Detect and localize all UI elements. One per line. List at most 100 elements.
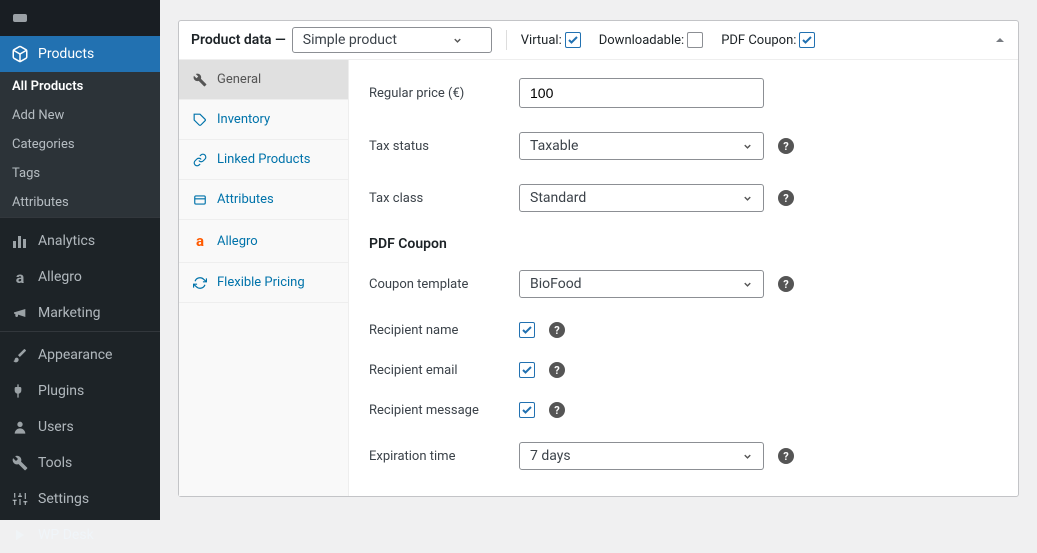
sidebar-item-allegro[interactable]: a Allegro [0, 259, 160, 295]
virtual-checkbox[interactable] [565, 32, 581, 48]
tab-flexible-pricing[interactable]: Flexible Pricing [179, 263, 348, 303]
help-icon[interactable]: ? [778, 190, 794, 206]
row-tax-class: Tax class Standard ? [369, 184, 998, 212]
play-icon [10, 525, 30, 545]
downloadable-checkbox[interactable] [687, 32, 703, 48]
wrench-icon [191, 73, 209, 87]
recipient-name-checkbox[interactable] [519, 322, 535, 338]
sidebar-label: Products [38, 46, 94, 62]
chevron-down-icon [742, 193, 753, 204]
help-icon[interactable]: ? [549, 402, 565, 418]
sidebar-sub-categories[interactable]: Categories [0, 130, 160, 159]
sidebar-label: Marketing [38, 305, 101, 321]
panel-body: General Inventory Linked Products Attrib… [179, 60, 1018, 496]
recipient-message-checkbox[interactable] [519, 402, 535, 418]
sidebar-label: Appearance [38, 347, 112, 363]
chevron-down-icon [742, 279, 753, 290]
product-type-select[interactable]: Simple product [292, 27, 492, 53]
sidebar-sub-tags[interactable]: Tags [0, 159, 160, 188]
pdf-coupon-label: PDF Coupon: [721, 33, 796, 48]
help-icon[interactable]: ? [778, 138, 794, 154]
tab-general[interactable]: General [179, 60, 348, 100]
admin-sidebar: x Products All Products Add New Categori… [0, 0, 160, 520]
row-regular-price: Regular price (€) [369, 78, 998, 108]
box-icon [10, 44, 30, 64]
sidebar-label: Plugins [38, 383, 84, 399]
help-icon[interactable]: ? [549, 322, 565, 338]
tab-label: Linked Products [217, 152, 310, 167]
tab-attributes[interactable]: Attributes [179, 180, 348, 220]
tab-inventory[interactable]: Inventory [179, 100, 348, 140]
main-content: Product data — Simple product Virtual: D… [160, 0, 1037, 520]
regular-price-input[interactable] [519, 78, 764, 108]
megaphone-icon [10, 303, 30, 323]
sidebar-sub-attributes[interactable]: Attributes [0, 188, 160, 217]
row-recipient-email: Recipient email ? [369, 362, 998, 378]
virtual-label: Virtual: [521, 33, 562, 48]
card-icon [191, 193, 209, 207]
general-form: Regular price (€) Tax status Taxable ? T… [349, 60, 1018, 496]
sidebar-label: WP Desk [38, 527, 94, 543]
sidebar-item-analytics[interactable]: Analytics [0, 223, 160, 259]
row-expiration-time: Expiration time 7 days ? [369, 442, 998, 470]
sidebar-label: Allegro [38, 269, 82, 285]
sidebar-label: Users [38, 419, 74, 435]
tax-status-value: Taxable [530, 138, 578, 154]
tab-label: Allegro [217, 234, 258, 249]
allegro-icon: a [191, 232, 209, 250]
regular-price-label: Regular price (€) [369, 86, 519, 101]
tab-allegro[interactable]: a Allegro [179, 220, 348, 263]
help-icon[interactable]: ? [778, 276, 794, 292]
coupon-template-label: Coupon template [369, 277, 519, 292]
recipient-message-label: Recipient message [369, 403, 519, 418]
help-icon[interactable]: ? [549, 362, 565, 378]
tab-label: Flexible Pricing [217, 275, 305, 290]
sidebar-sub-add-new[interactable]: Add New [0, 101, 160, 130]
sidebar-sub-all-products[interactable]: All Products [0, 72, 160, 101]
sidebar-item-plugins[interactable]: Plugins [0, 373, 160, 409]
tab-label: Inventory [217, 112, 270, 127]
sidebar-item-tools[interactable]: Tools [0, 445, 160, 481]
downloadable-checkbox-wrap[interactable]: Downloadable: [599, 32, 703, 48]
sidebar-item-users[interactable]: Users [0, 409, 160, 445]
chevron-down-icon [742, 451, 753, 462]
sidebar-item-wpdesk[interactable]: WP Desk [0, 517, 160, 553]
sidebar-item-appearance[interactable]: Appearance [0, 337, 160, 373]
tax-status-select[interactable]: Taxable [519, 132, 764, 160]
expiration-time-label: Expiration time [369, 449, 519, 464]
tax-class-select[interactable]: Standard [519, 184, 764, 212]
pdf-coupon-checkbox-wrap[interactable]: PDF Coupon: [721, 32, 815, 48]
user-icon [10, 417, 30, 437]
sidebar-item-products[interactable]: Products [0, 36, 160, 72]
sidebar-item-marketing[interactable]: Marketing [0, 295, 160, 331]
sidebar-item-woocommerce-top[interactable]: x [0, 0, 160, 36]
help-icon[interactable]: ? [778, 448, 794, 464]
expiration-time-value: 7 days [530, 448, 571, 464]
chevron-down-icon [742, 141, 753, 152]
row-recipient-message: Recipient message ? [369, 402, 998, 418]
chart-bar-icon [10, 231, 30, 251]
row-tax-status: Tax status Taxable ? [369, 132, 998, 160]
sidebar-label: Tools [38, 455, 72, 471]
row-coupon-template: Coupon template BioFood ? [369, 270, 998, 298]
wrench-icon [10, 453, 30, 473]
sidebar-label: Settings [38, 491, 89, 507]
downloadable-label: Downloadable: [599, 33, 684, 48]
woo-icon [10, 8, 30, 28]
collapse-icon[interactable] [994, 34, 1006, 46]
sidebar-label: Analytics [38, 233, 95, 249]
product-type-value: Simple product [303, 32, 397, 48]
allegro-icon: a [10, 267, 30, 287]
expiration-time-select[interactable]: 7 days [519, 442, 764, 470]
coupon-template-select[interactable]: BioFood [519, 270, 764, 298]
pdf-coupon-checkbox[interactable] [799, 32, 815, 48]
tag-icon [191, 113, 209, 127]
recipient-name-label: Recipient name [369, 323, 519, 338]
virtual-checkbox-wrap[interactable]: Virtual: [521, 32, 581, 48]
product-data-tabs: General Inventory Linked Products Attrib… [179, 60, 349, 496]
panel-header: Product data — Simple product Virtual: D… [179, 21, 1018, 60]
tax-class-label: Tax class [369, 191, 519, 206]
recipient-email-checkbox[interactable] [519, 362, 535, 378]
sidebar-item-settings[interactable]: Settings [0, 481, 160, 517]
tab-linked-products[interactable]: Linked Products [179, 140, 348, 180]
